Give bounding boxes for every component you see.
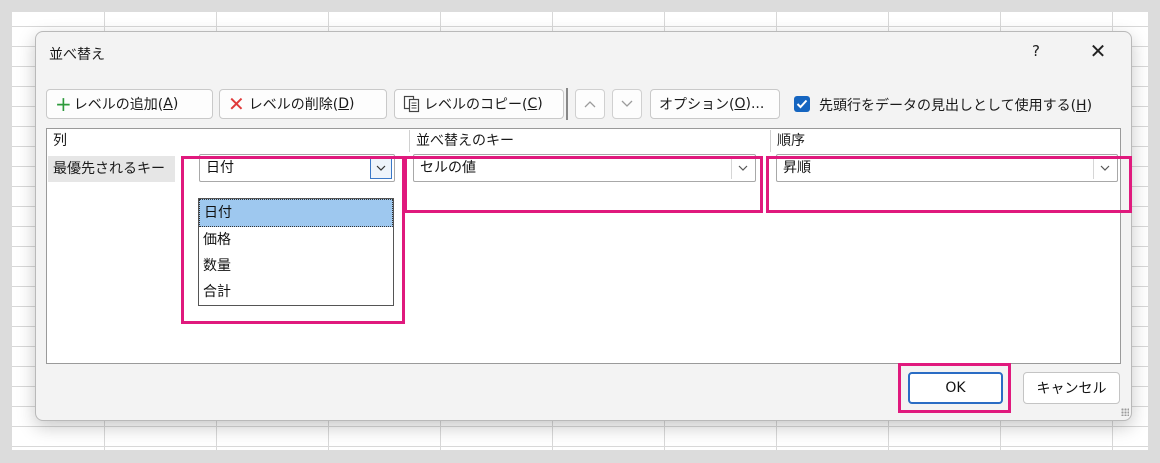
chevron-down-icon[interactable]	[370, 157, 392, 179]
options-accesskey: O	[734, 96, 746, 112]
order-combobox[interactable]: 昇順	[776, 154, 1118, 182]
delete-level-label: レベルの削除(	[248, 97, 339, 113]
plus-icon: +	[55, 92, 72, 116]
chevron-down-icon	[621, 100, 633, 107]
delete-x-icon: ✕	[228, 92, 245, 116]
sort-key-combobox[interactable]: セルの値	[413, 154, 756, 182]
move-down-button[interactable]	[612, 89, 642, 119]
help-button[interactable]: ?	[1026, 42, 1046, 60]
sort-dialog: 並べ替え ? ✕ + レベルの追加(A) ✕ レベルの削除(D) レベルのコピー…	[35, 31, 1132, 421]
column-option-date[interactable]: 日付	[199, 199, 393, 227]
column-header-sort-key: 並べ替えのキー	[410, 130, 771, 152]
column-option-total[interactable]: 合計	[199, 279, 393, 305]
checkmark-icon	[796, 99, 808, 109]
resize-grip[interactable]	[1121, 408, 1129, 416]
add-level-button[interactable]: + レベルの追加(A)	[46, 89, 213, 119]
copy-level-label: レベルのコピー(	[424, 97, 528, 113]
close-button[interactable]: ✕	[1086, 39, 1110, 63]
header-row-checkbox[interactable]	[794, 96, 810, 112]
chevron-down-icon[interactable]	[731, 157, 753, 179]
copy-level-accesskey: C	[527, 96, 538, 112]
options-suffix: )...	[745, 96, 765, 112]
copy-level-button[interactable]: レベルのコピー(C)	[394, 89, 564, 119]
move-up-button[interactable]	[575, 89, 605, 119]
column-combobox-value: 日付	[206, 160, 234, 176]
chevron-up-icon	[584, 101, 596, 108]
column-dropdown-list: 日付 価格 数量 合計	[198, 198, 394, 306]
header-row-checkbox-label[interactable]: 先頭行をデータの見出しとして使用する(H)	[819, 95, 1092, 115]
column-header-order: 順序	[777, 133, 805, 149]
add-level-accesskey: A	[163, 96, 173, 112]
add-level-label: レベルの追加(	[73, 97, 164, 113]
header-row-suffix: )	[1086, 98, 1093, 114]
copy-icon	[403, 95, 420, 113]
options-label: オプション(	[659, 97, 735, 113]
dialog-title: 並べ替え	[49, 47, 105, 63]
column-option-quantity[interactable]: 数量	[199, 253, 393, 279]
column-header-column: 列	[47, 130, 410, 152]
options-button[interactable]: オプション(O)...	[650, 89, 780, 119]
column-option-price[interactable]: 価格	[199, 227, 393, 253]
copy-level-suffix: )	[537, 96, 543, 112]
cancel-button[interactable]: キャンセル	[1023, 372, 1120, 404]
delete-level-button[interactable]: ✕ レベルの削除(D)	[219, 89, 387, 119]
header-row-label: 先頭行をデータの見出しとして使用する(	[819, 98, 1077, 114]
delete-level-suffix: )	[349, 96, 355, 112]
add-level-suffix: )	[172, 96, 179, 112]
sort-key-combobox-value: セルの値	[420, 160, 476, 176]
delete-level-accesskey: D	[338, 96, 350, 112]
column-combobox[interactable]: 日付	[199, 154, 395, 182]
toolbar-separator	[566, 88, 568, 120]
header-row-accesskey: H	[1076, 98, 1087, 114]
order-combobox-value: 昇順	[783, 160, 811, 176]
chevron-down-icon[interactable]	[1093, 157, 1115, 179]
row-label-primary-key: 最優先されるキー	[48, 156, 175, 182]
ok-button[interactable]: OK	[908, 372, 1003, 404]
